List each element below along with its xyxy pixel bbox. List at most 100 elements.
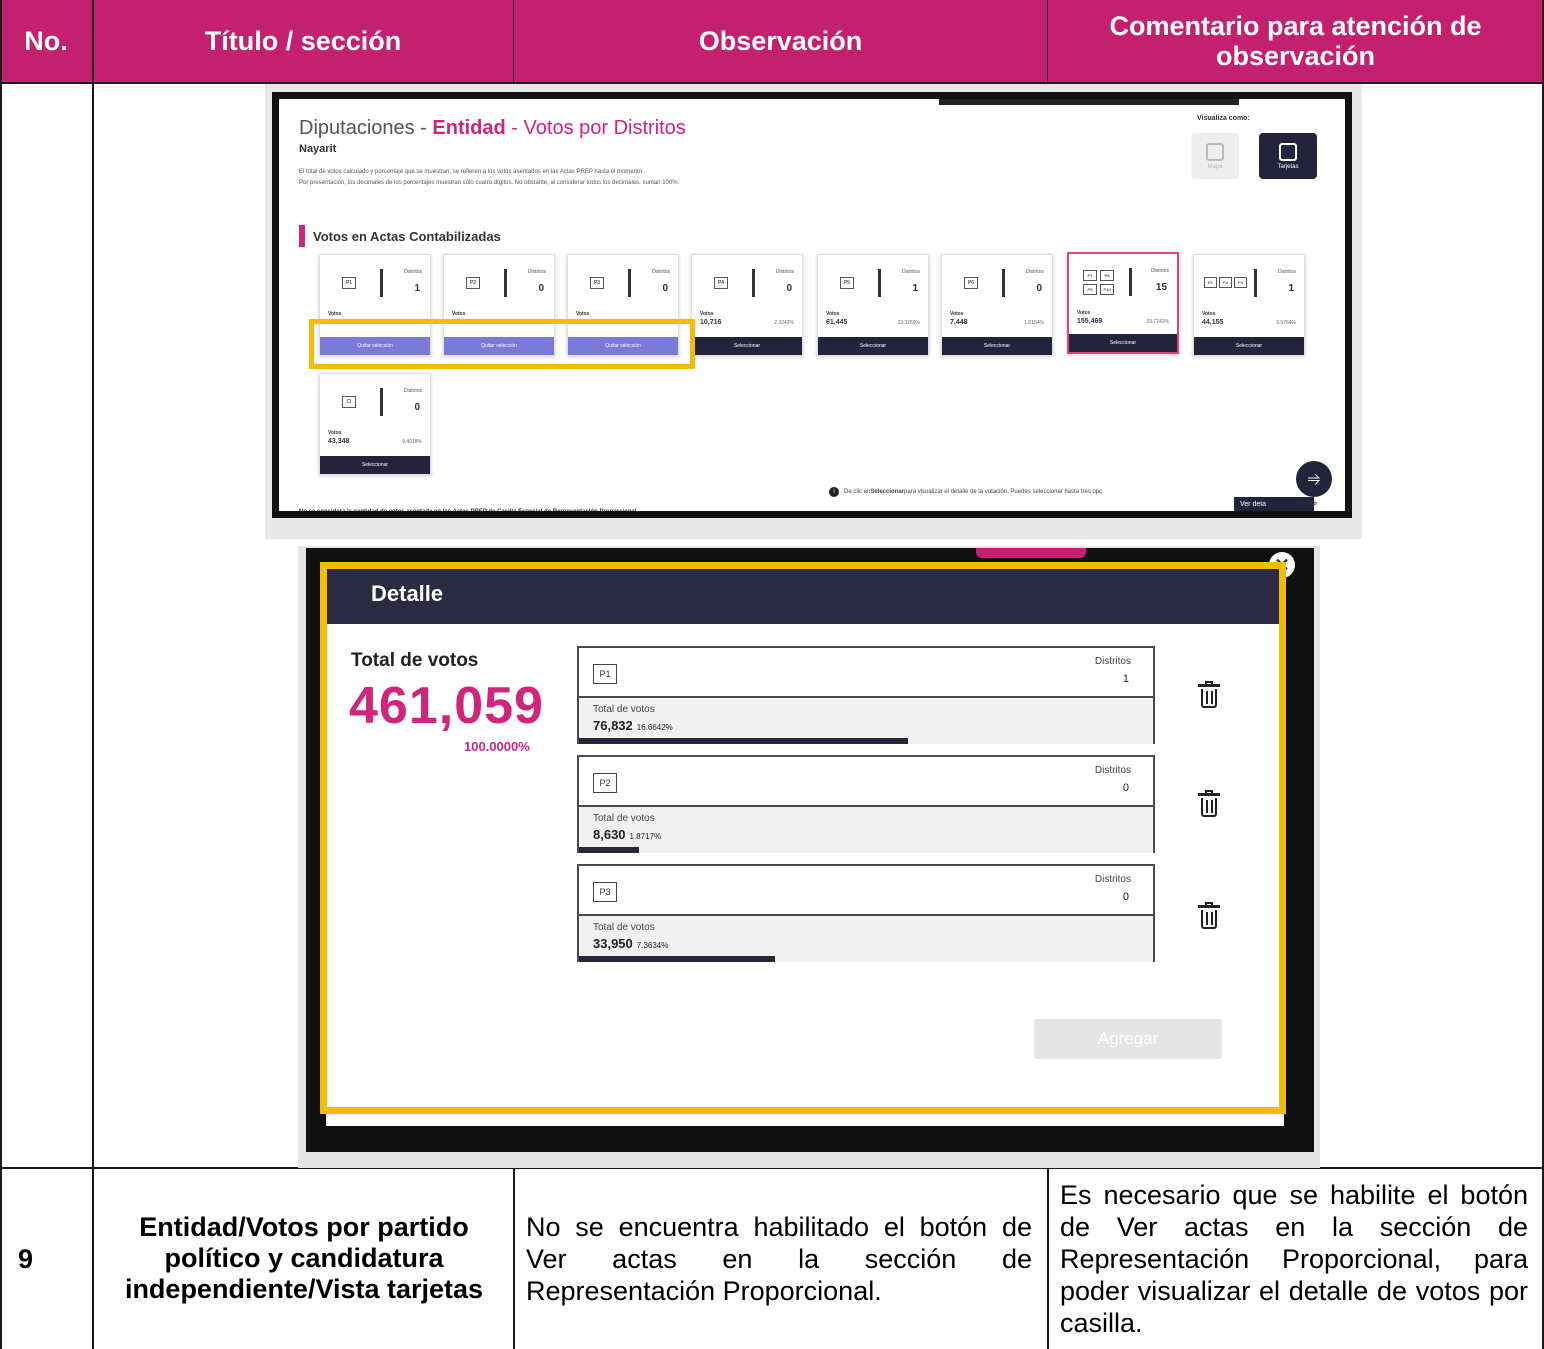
trash-icon[interactable] (1198, 681, 1220, 709)
trash-icon[interactable] (1198, 902, 1220, 930)
votos-value: 7,448 (950, 319, 968, 326)
info-note: El total de votos calculado y porcentaje… (299, 167, 1059, 189)
distritos-value: 0 (538, 283, 544, 294)
share-button[interactable]: ⥤ (1296, 461, 1332, 497)
coalition-logo: P7 P8 P9 P10 (1083, 270, 1114, 295)
votos-percent: 1.6154% (1024, 320, 1044, 326)
party-logo: P1 (342, 277, 356, 289)
votos-label: Votos (328, 430, 342, 436)
title-prefix: Diputaciones - (299, 117, 433, 139)
info-icon: i (829, 487, 839, 497)
top-accent-bar (976, 548, 1086, 558)
map-icon (1206, 142, 1224, 161)
divider (878, 269, 881, 297)
note-line: Por presentación, los decimales de los p… (299, 180, 680, 186)
page-title: Diputaciones - Entidad - Votos por Distr… (299, 117, 686, 140)
party-card: P4 Distritos 0 Votos 10,716 2.3242% Sele… (691, 254, 803, 356)
party-card: P1 P2 P4 Distritos 1 Votos 44,155 9.5764% … (1193, 254, 1305, 356)
distritos-value: 1 (1122, 673, 1129, 685)
row-observacion: No se encuentra habilitado el botón de V… (526, 1168, 1032, 1349)
party-logo-p8: P8 (1100, 270, 1114, 281)
divider (380, 269, 383, 297)
header-observacion: Observación (514, 0, 1048, 82)
votes-value-row: 76,832 16.6642% (593, 718, 673, 733)
votes-value-row: 8,630 1.8717% (593, 827, 661, 842)
distritos-label: Distritos (1277, 269, 1296, 275)
votos-value: 61,445 (826, 319, 848, 326)
divider (1129, 268, 1132, 296)
divider (752, 269, 755, 297)
select-button[interactable]: Seleccionar (1069, 334, 1177, 352)
party-logo-p4: P4 (1234, 277, 1247, 288)
divider (628, 269, 631, 297)
votos-label: Votos (576, 311, 590, 317)
votos-label: Votos (700, 311, 714, 317)
party-logo: P3 (590, 277, 604, 289)
progress-bar (579, 738, 909, 744)
distritos-label: Distritos (403, 388, 422, 394)
detail-card-bottom: Total de votos 76,832 16.6642% (579, 698, 1153, 744)
title-entity: Entidad (432, 117, 506, 139)
party-card: P5 Distritos 1 Votos 61,445 13.3269% Sel… (817, 254, 929, 356)
votos-label: Votos (950, 311, 964, 317)
votos-label: Votos (452, 311, 466, 317)
votos-label: Votos (1077, 310, 1091, 316)
party-logo: P5 (840, 277, 854, 289)
party-logo: P1 (593, 664, 617, 684)
row-number: 9 (18, 1243, 34, 1274)
screenshot-votos-por-distritos: Diputaciones - Entidad - Votos por Distr… (272, 92, 1352, 518)
total-votes-label: Total de votos (351, 650, 479, 671)
row-titulo-text: Entidad/Votos por partido político y can… (124, 1212, 484, 1304)
votos-value: 44,155 (1202, 319, 1224, 326)
row-comentario: Es necesario que se habilite el botón de… (1060, 1168, 1528, 1349)
table-divider (92, 0, 94, 1349)
votes-label: Total de votos (593, 813, 655, 824)
party-logo: P4 (714, 277, 728, 289)
header-comentario: Comentario para atención de observación (1048, 0, 1544, 82)
distritos-value: 1 (912, 283, 918, 294)
select-button[interactable]: Seleccionar (692, 337, 802, 355)
detail-card-top: P1 Distritos 1 (579, 648, 1153, 698)
select-instruction: i De clic en Seleccionar para visualizar … (829, 487, 1102, 497)
distritos-label: Distritos (1150, 268, 1169, 274)
select-button[interactable]: Seleccionar (818, 337, 928, 355)
distritos-label: Distritos (1025, 269, 1044, 275)
section-accent-bar (299, 225, 305, 247)
add-button[interactable]: Agregar (1034, 1019, 1222, 1059)
distritos-label: Distritos (1094, 874, 1131, 885)
votos-value: 10,716 (700, 319, 722, 326)
section-title-text: Votos en Actas Contabilizadas (313, 228, 501, 244)
votes-value: 8,630 (593, 827, 626, 842)
detail-card-bottom: Total de votos 33,950 7.3634% (579, 916, 1153, 962)
party-logo: P3 (593, 882, 617, 902)
highlight-box-deselect-buttons (309, 319, 695, 369)
trash-lid (1198, 684, 1220, 687)
select-button[interactable]: Seleccionar (942, 337, 1052, 355)
total-votes-value: 461,059 (349, 677, 544, 735)
party-logo-p2: P2 (1219, 277, 1232, 288)
trash-body (1201, 689, 1217, 708)
divider (504, 269, 507, 297)
distritos-label: Distritos (651, 269, 670, 275)
distritos-label: Distritos (403, 269, 422, 275)
select-button[interactable]: Seleccionar (320, 456, 430, 474)
view-map-button[interactable]: Mapa (1191, 133, 1239, 179)
view-cards-button[interactable]: Tarjetas (1259, 133, 1317, 179)
observations-table: No. Título / sección Observación Comenta… (0, 0, 1544, 1349)
instruction-suffix: para visualizar el detalle de la votació… (904, 489, 1103, 495)
votos-label: Votos (1202, 311, 1216, 317)
party-card: P6 Distritos 0 Votos 7,448 1.6154% Selec… (941, 254, 1053, 356)
title-suffix: - Votos por Distritos (505, 117, 686, 139)
row-titulo: Entidad/Votos por partido político y can… (102, 1168, 506, 1349)
votos-value: 155,469 (1077, 318, 1103, 325)
votos-label: Votos (328, 311, 342, 317)
votes-percent: 1.8717% (629, 832, 662, 841)
votes-percent: 7.3634% (636, 941, 669, 950)
progress-bar (579, 956, 775, 962)
distritos-value: 0 (1122, 782, 1129, 794)
select-button[interactable]: Seleccionar (1194, 337, 1304, 355)
trash-body (1201, 798, 1217, 817)
trash-icon[interactable] (1198, 790, 1220, 818)
distritos-value: 0 (1036, 283, 1042, 294)
distritos-value: 0 (786, 283, 792, 294)
